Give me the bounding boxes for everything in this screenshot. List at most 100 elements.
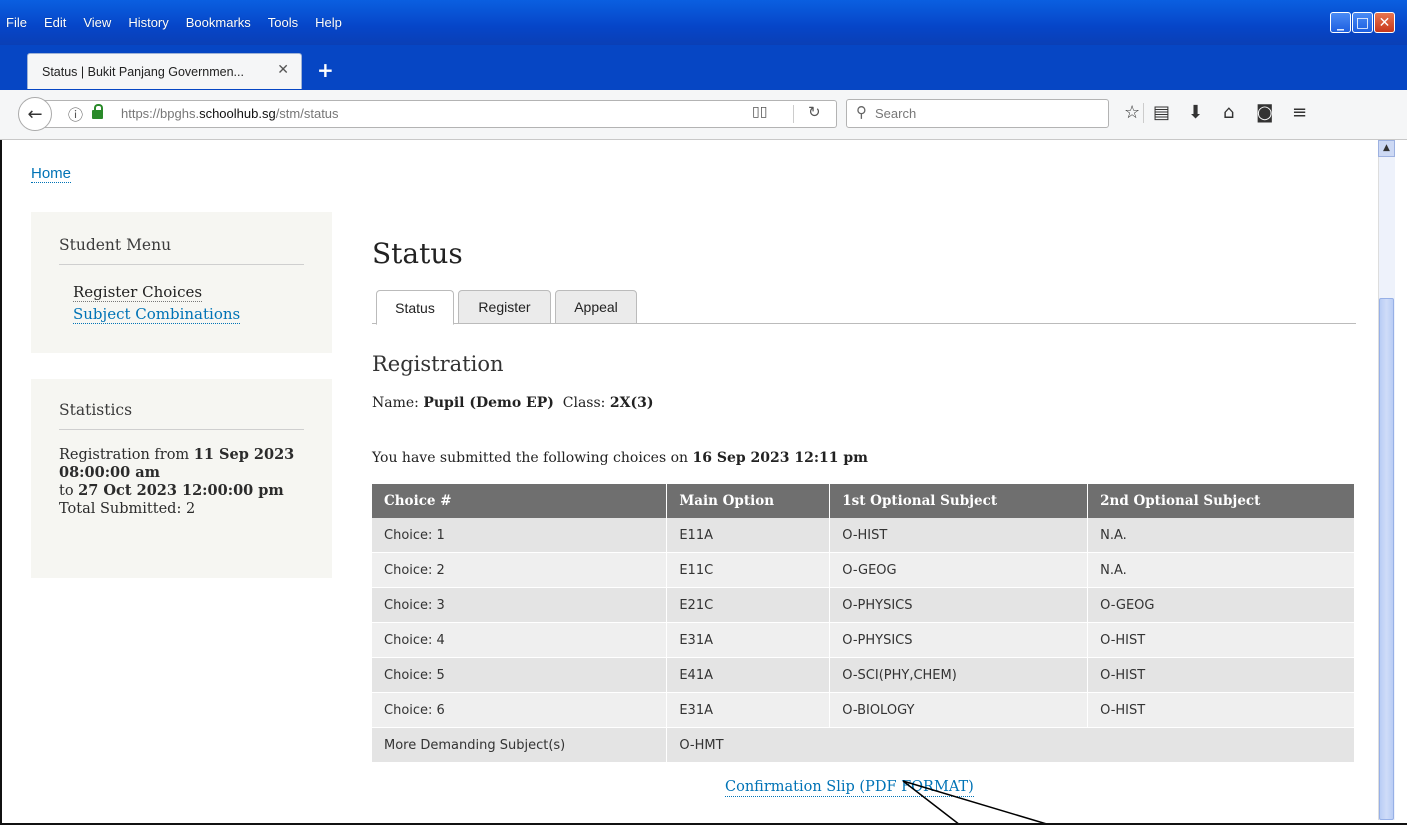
register-choices-label: Register Choices [73,283,203,302]
cell-2nd-optional: N.A. [1087,552,1355,588]
total-submitted-label: Total Submitted: [59,501,182,517]
table-row: Choice: 4 E31A O-PHYSICS O-HIST [372,622,1355,658]
url-separator [793,105,794,123]
statistics-text: Registration from 11 Sep 2023 08:00:00 a… [59,446,304,518]
header-main-option: Main Option [666,484,831,518]
menu-edit[interactable]: Edit [44,15,66,30]
reg-from-label: Registration from [59,447,190,463]
search-placeholder[interactable]: Search [875,106,916,121]
download-icon[interactable]: ⬇ [1188,102,1203,123]
main-content: Status Status Register Appeal Registrati… [372,232,1356,763]
cell-choice: Choice: 3 [372,587,668,623]
cell-choice: Choice: 2 [372,552,668,588]
name-value: Pupil (Demo EP) [423,395,554,411]
reg-to-date: 27 Oct 2023 12:00:00 pm [78,482,284,499]
page-title: Status [372,237,463,270]
class-label: Class: [562,395,606,411]
tab-register[interactable]: Register [458,290,551,324]
scrollbar-thumb[interactable] [1379,298,1394,820]
class-value: 2X(3) [609,395,654,411]
menu-bar: File Edit View History Bookmarks Tools H… [0,0,359,48]
tab-appeal[interactable]: Appeal [555,290,637,324]
table-row: Choice: 1 E11A O-HIST N.A. [372,518,1355,553]
reader-view-icon[interactable]: ▯▯ [752,104,767,120]
menu-tools[interactable]: Tools [268,15,298,30]
cell-choice: Choice: 6 [372,692,668,728]
cell-1st-optional: O-PHYSICS [829,587,1089,623]
lock-icon[interactable] [92,104,103,119]
tab-close-icon[interactable]: ✕ [277,62,289,78]
cell-choice: Choice: 1 [372,518,668,553]
window-left-border [0,140,8,825]
url-scheme: https://bpghs. [121,106,200,121]
header-choice: Choice # [372,484,668,518]
info-icon[interactable]: ⓘ [68,104,83,125]
submitted-info: You have submitted the following choices… [372,450,868,466]
cell-2nd-optional: O-HIST [1087,692,1355,728]
pocket-icon[interactable]: ◙ [1256,102,1273,123]
registration-heading: Registration [372,352,504,376]
scroll-up-icon[interactable]: ▲ [1378,140,1395,157]
hamburger-menu-icon[interactable]: ≡ [1292,102,1307,123]
menu-view[interactable]: View [83,15,111,30]
cell-main-option: E31A [666,692,831,728]
library-icon[interactable]: ▤ [1153,102,1170,123]
tab-status[interactable]: Status [376,290,454,325]
subject-combinations-link[interactable]: Subject Combinations [73,303,304,325]
header-2nd-optional: 2nd Optional Subject [1087,484,1355,518]
cell-choice: Choice: 4 [372,622,668,658]
new-tab-button[interactable]: + [317,58,334,82]
maximize-button[interactable]: □ [1352,12,1373,33]
minimize-button[interactable]: _ [1330,12,1351,33]
page-tabs: Status Register Appeal [372,288,1356,325]
student-menu-block: Student Menu Register Choices Subject Co… [31,212,332,353]
cell-1st-optional: O-GEOG [829,552,1089,588]
browser-tab-title: Status | Bukit Panjang Governmen... [42,64,244,79]
table-row: Choice: 6 E31A O-BIOLOGY O-HIST [372,692,1355,728]
cell-choice: Choice: 5 [372,657,668,693]
menu-help[interactable]: Help [315,15,342,30]
cell-main-option: E31A [666,622,831,658]
url-domain: schoolhub.sg [199,106,276,121]
cell-main-option: E41A [666,657,831,693]
reload-icon[interactable]: ↻ [808,103,821,121]
register-choices-link[interactable]: Register Choices [73,281,304,303]
table-row: Choice: 2 E11C O-GEOG N.A. [372,552,1355,588]
toolbar-separator [1143,103,1144,123]
menu-bookmarks[interactable]: Bookmarks [186,15,251,30]
table-header-row: Choice # Main Option 1st Optional Subjec… [372,484,1355,518]
cell-1st-optional: O-HIST [829,518,1089,553]
cell-1st-optional: O-PHYSICS [829,622,1089,658]
table-row: Choice: 3 E21C O-PHYSICS O-GEOG [372,587,1355,623]
cell-2nd-optional: N.A. [1087,518,1355,553]
student-menu-title: Student Menu [59,212,304,265]
name-label: Name: [372,395,419,411]
statistics-title: Statistics [59,379,304,430]
home-link[interactable]: Home [31,165,72,183]
menu-file[interactable]: File [6,15,27,30]
url-text[interactable]: https://bpghs.schoolhub.sg/stm/status [121,106,339,121]
cell-main-option: E11C [666,552,831,588]
header-1st-optional: 1st Optional Subject [829,484,1089,518]
subject-combinations-label: Subject Combinations [73,305,241,324]
cell-main-option: E21C [666,587,831,623]
menu-history[interactable]: History [128,15,168,30]
cell-demanding-label: More Demanding Subject(s) [372,727,668,763]
back-icon[interactable]: ← [18,97,52,131]
cell-2nd-optional: O-HIST [1087,657,1355,693]
table-row: Choice: 5 E41A O-SCI(PHY,CHEM) O-HIST [372,657,1355,693]
statistics-block: Statistics Registration from 11 Sep 2023… [31,379,332,578]
browser-tab-status[interactable]: Status | Bukit Panjang Governmen... ✕ [27,53,302,89]
cell-main-option: E11A [666,518,831,553]
student-info: Name: Pupil (Demo EP) Class: 2X(3) [372,395,653,411]
cell-2nd-optional: O-GEOG [1087,587,1355,623]
search-icon: ⚲ [856,103,867,121]
close-window-button[interactable]: ✕ [1374,12,1395,33]
cell-1st-optional: O-BIOLOGY [829,692,1089,728]
window-right-border [1395,140,1407,825]
bookmark-star-icon[interactable]: ☆ [1124,102,1140,123]
confirmation-slip-link[interactable]: Confirmation Slip (PDF FORMAT) [725,778,974,797]
home-icon[interactable]: ⌂ [1223,102,1234,123]
table-row-demanding: More Demanding Subject(s) O-HMT [372,727,1355,763]
submitted-text: You have submitted the following choices… [372,450,689,466]
